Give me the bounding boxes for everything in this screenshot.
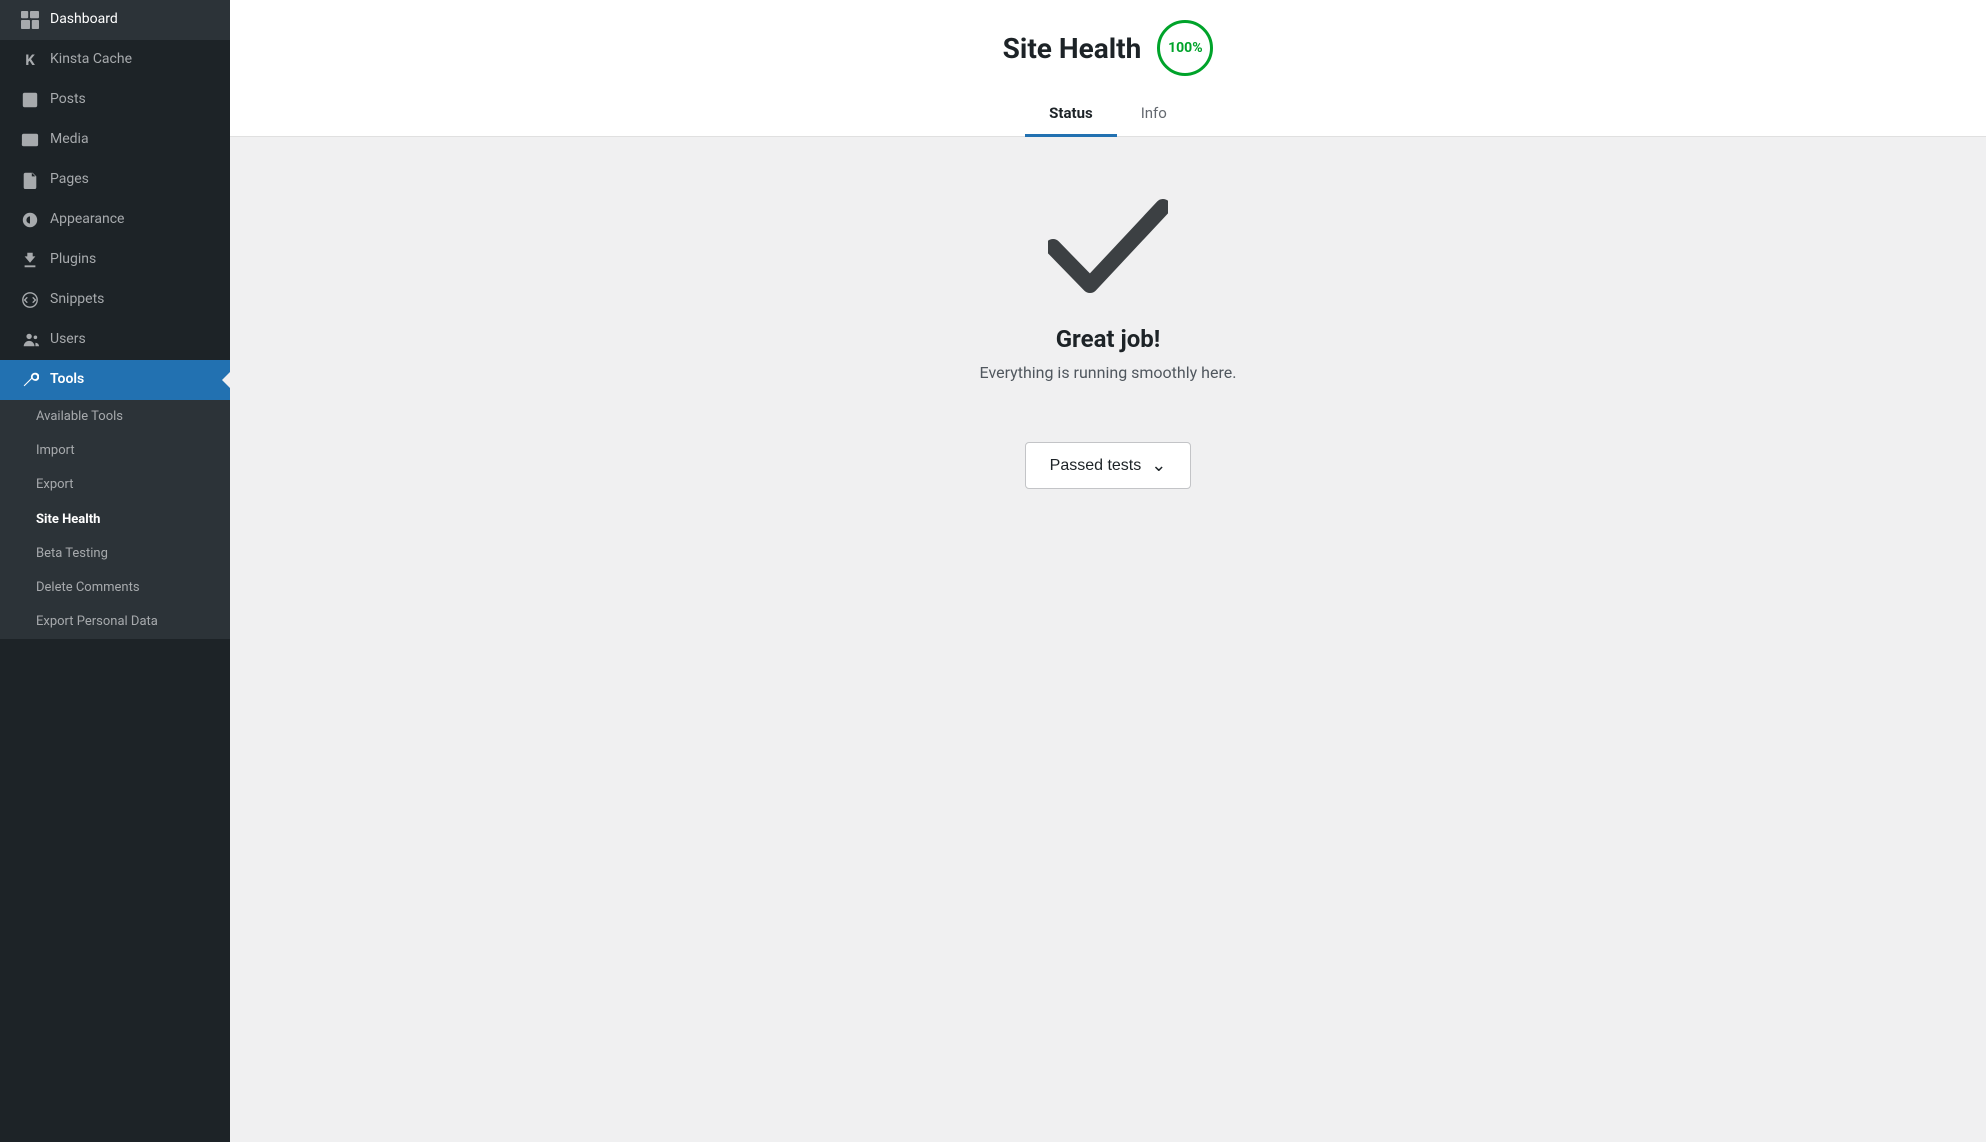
appearance-icon <box>20 210 40 230</box>
tab-status[interactable]: Status <box>1025 92 1117 137</box>
tab-info[interactable]: Info <box>1117 92 1191 137</box>
sidebar-item-posts-label: Posts <box>50 90 86 110</box>
sidebar-submenu-beta-testing[interactable]: Beta Testing <box>0 537 230 571</box>
sidebar-item-pages[interactable]: Pages <box>0 160 230 200</box>
sidebar-submenu-delete-comments[interactable]: Delete Comments <box>0 571 230 605</box>
sidebar-submenu-available-tools[interactable]: Available Tools <box>0 400 230 434</box>
sidebar-item-tools-label: Tools <box>50 370 84 390</box>
sidebar-item-plugins[interactable]: Plugins <box>0 240 230 280</box>
dashboard-icon <box>20 10 40 30</box>
sidebar-item-media[interactable]: Media <box>0 120 230 160</box>
chevron-down-icon: ⌄ <box>1151 455 1166 476</box>
media-icon <box>20 130 40 150</box>
plugins-icon <box>20 250 40 270</box>
great-job-title: Great job! <box>1056 325 1161 353</box>
sidebar-submenu-export[interactable]: Export <box>0 468 230 502</box>
passed-tests-label: Passed tests <box>1050 457 1142 475</box>
tools-icon <box>20 370 40 390</box>
sidebar-item-users-label: Users <box>50 330 86 350</box>
sidebar-submenu-import[interactable]: Import <box>0 434 230 468</box>
sidebar-item-kinsta-label: Kinsta Cache <box>50 50 132 70</box>
tools-submenu: Available Tools Import Export Site Healt… <box>0 400 230 639</box>
sidebar-submenu-export-personal-data[interactable]: Export Personal Data <box>0 605 230 639</box>
sidebar-item-tools[interactable]: Tools <box>0 360 230 400</box>
great-job-subtitle: Everything is running smoothly here. <box>980 363 1237 382</box>
page-title: Site Health <box>1003 32 1142 65</box>
health-score-badge: 100% <box>1157 20 1213 76</box>
content-area: Great job! Everything is running smoothl… <box>230 137 1986 1142</box>
sidebar-item-dashboard-label: Dashboard <box>50 10 118 30</box>
sidebar-submenu-site-health[interactable]: Site Health <box>0 503 230 537</box>
passed-tests-button[interactable]: Passed tests ⌄ <box>1025 442 1192 489</box>
checkmark-icon <box>1048 197 1168 297</box>
snippets-icon <box>20 290 40 310</box>
sidebar-item-dashboard[interactable]: Dashboard <box>0 0 230 40</box>
page-header: Site Health 100% Status Info <box>230 0 1986 137</box>
sidebar-item-users[interactable]: Users <box>0 320 230 360</box>
sidebar-item-appearance[interactable]: Appearance <box>0 200 230 240</box>
sidebar-item-posts[interactable]: Posts <box>0 80 230 120</box>
header-title-row: Site Health 100% <box>1003 20 1214 76</box>
main-content: Site Health 100% Status Info Great job! … <box>230 0 1986 1142</box>
users-icon <box>20 330 40 350</box>
pages-icon <box>20 170 40 190</box>
sidebar-item-media-label: Media <box>50 130 89 150</box>
posts-icon <box>20 90 40 110</box>
sidebar-item-snippets-label: Snippets <box>50 290 104 310</box>
check-icon-container <box>1048 197 1168 301</box>
kinsta-icon: K <box>20 50 40 70</box>
sidebar-item-plugins-label: Plugins <box>50 250 96 270</box>
sidebar: Dashboard K Kinsta Cache Posts Media Pag… <box>0 0 230 1142</box>
sidebar-item-appearance-label: Appearance <box>50 210 124 230</box>
tabs-container: Status Info <box>1025 92 1191 136</box>
sidebar-item-pages-label: Pages <box>50 170 89 190</box>
sidebar-item-snippets[interactable]: Snippets <box>0 280 230 320</box>
sidebar-item-kinsta-cache[interactable]: K Kinsta Cache <box>0 40 230 80</box>
